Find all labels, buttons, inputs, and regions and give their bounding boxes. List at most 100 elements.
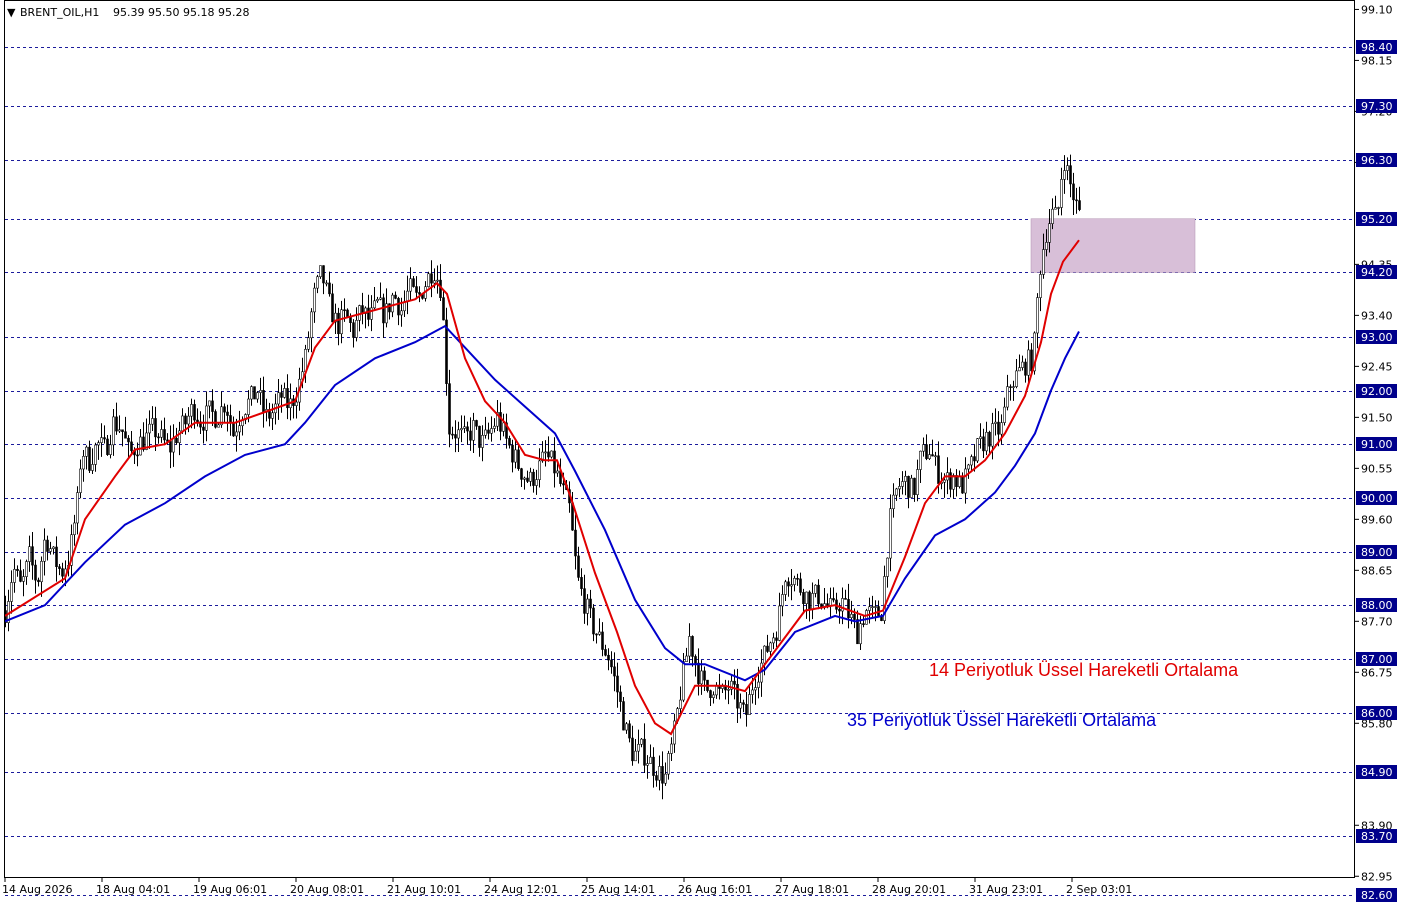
candle-body [622,701,625,731]
candle-body [988,431,991,447]
candle-body [1009,386,1012,388]
candle-body [865,610,868,625]
candle-body [202,426,205,431]
candle-body [688,636,691,657]
level-price-label: 83.70 [1361,830,1393,843]
candle-body [778,605,781,641]
candle-body [400,310,403,316]
candle-body [409,278,412,292]
candle-body [550,450,553,458]
candle-body [937,455,940,484]
candle-body [979,436,982,439]
candle-body [217,424,220,428]
candle-body [115,416,118,432]
candle-body [904,475,907,482]
candle-body [886,557,889,577]
candle-body [511,444,514,463]
candle-body [553,450,556,474]
candle-body [709,690,712,698]
candle-body [562,483,565,486]
candle-body [436,279,439,282]
candle-body [121,429,124,432]
candle-body [211,400,214,412]
candle-body [637,743,640,752]
candle-body [640,738,643,745]
candle-body [649,756,652,764]
candle-body [232,422,235,437]
candle-body [1003,406,1006,423]
time-tick-label: 26 Aug 16:01 [678,883,752,896]
candle-body [475,420,478,427]
candle-body [544,451,547,454]
candle-body [817,584,820,605]
price-tick-label: 90.55 [1361,462,1393,475]
candle-body [130,441,133,451]
candle-body [187,415,190,425]
price-tick-label: 82.95 [1361,870,1393,883]
candle-body [256,392,259,400]
time-tick-label: 31 Aug 23:01 [969,883,1043,896]
time-tick-label: 25 Aug 14:01 [581,883,655,896]
candle-body [76,492,79,524]
candle-body [898,486,901,490]
candle-body [838,609,841,612]
candle-body [508,438,511,446]
candle-body [463,426,466,429]
candle-body [910,477,913,498]
candle-body [481,435,484,448]
price-tick-label: 86.75 [1361,666,1393,679]
candle-body [577,555,580,578]
candle-body [331,293,334,323]
candle-body [700,670,703,685]
price-chart[interactable]: ▼ BRENT_OIL,H1 95.39 95.50 95.18 95.28 9… [0,0,1404,902]
level-price-label: 84.90 [1361,766,1393,779]
candle-body [412,278,415,287]
candle-body [55,546,58,568]
candle-body [790,584,793,587]
candle-body [646,763,649,766]
candle-body [535,479,538,486]
level-price-label: 82.60 [1361,889,1393,902]
candle-body [190,404,193,417]
candle-body [595,633,598,636]
candle-body [610,659,613,668]
candle-body [859,623,862,645]
candle-body [277,392,280,405]
candle-body [442,297,445,321]
candle-body [844,598,847,600]
candle-body [970,456,973,466]
candle-body [454,434,457,439]
candle-body [784,581,787,595]
candle-body [34,564,37,581]
candle-body [103,437,106,440]
collapse-triangle-icon[interactable]: ▼ [7,6,16,19]
level-price-label: 95.20 [1361,213,1393,226]
ohlc-readout: 95.39 95.50 95.18 95.28 [113,6,249,19]
candle-body [523,477,526,480]
candle-body [526,477,529,482]
candle-body [322,265,325,284]
candle-body [181,415,184,432]
candle-body [598,631,601,635]
candle-body [943,479,946,483]
candle-body [604,649,607,656]
resistance-zone[interactable] [1030,218,1196,273]
candle-body [226,411,229,416]
candle-body [1072,183,1075,201]
candle-body [766,645,769,652]
candle-body [430,273,433,284]
candle-body [250,386,253,400]
time-tick-label: 21 Aug 10:01 [387,883,461,896]
candle-body [1024,361,1027,376]
candle-body [754,687,757,691]
candle-body [691,636,694,657]
candle-body [493,425,496,429]
candle-body [907,475,910,498]
candle-body [283,388,286,398]
candle-body [502,422,505,432]
candle-body [1069,165,1072,185]
candle-body [25,561,28,577]
candle-body [1060,179,1063,208]
candle-body [343,309,346,312]
candle-body [889,508,892,559]
